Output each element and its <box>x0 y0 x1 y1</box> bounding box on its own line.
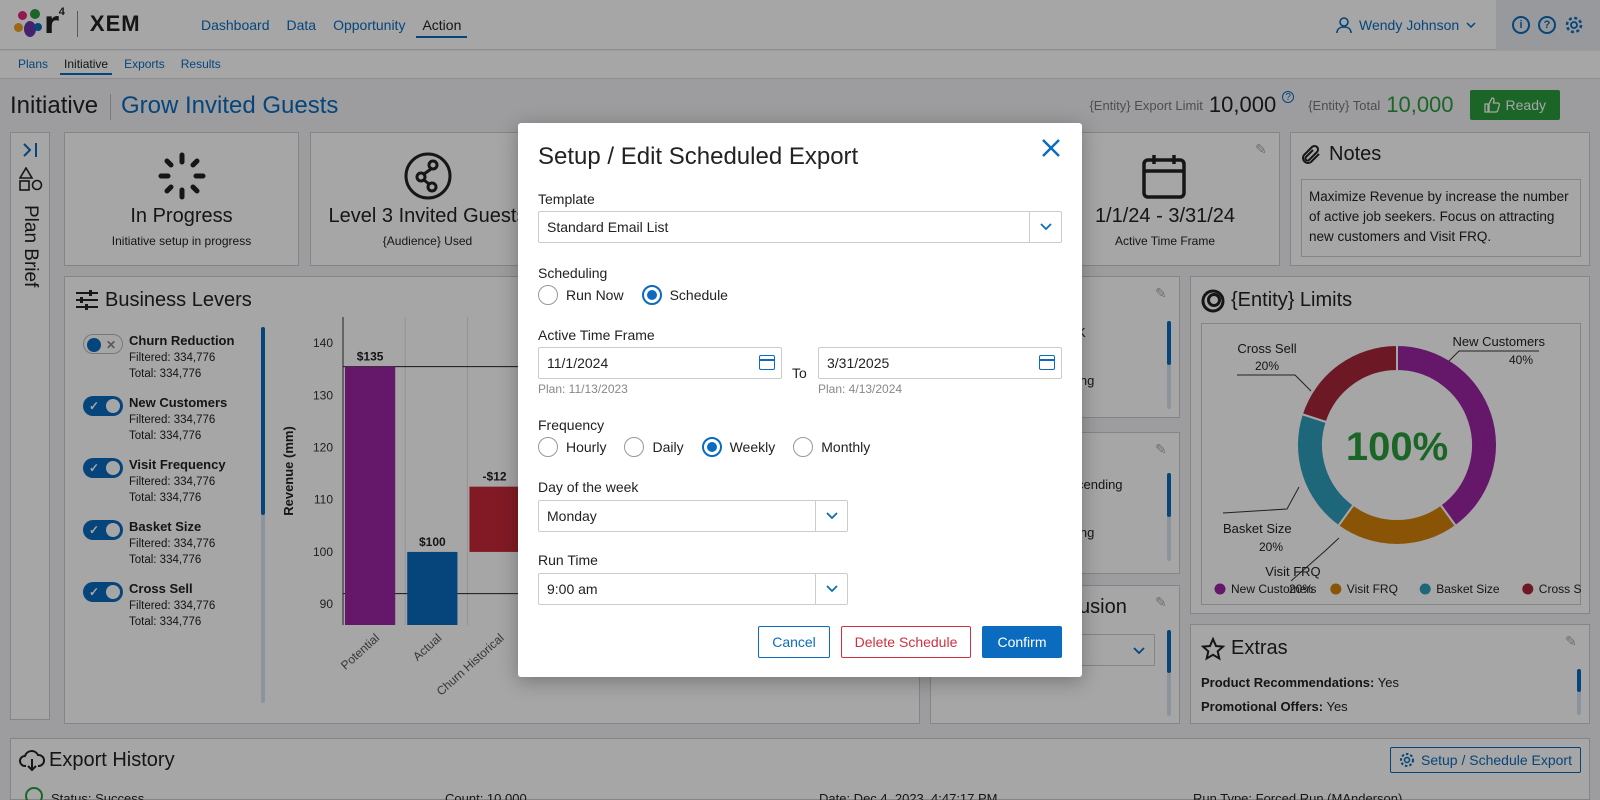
day-of-week-label: Day of the week <box>538 479 639 495</box>
scheduling-label: Scheduling <box>538 265 608 281</box>
start-plan-hint: Plan: 11/13/2023 <box>538 382 628 396</box>
template-label: Template <box>538 191 595 207</box>
day-of-week-value: Monday <box>547 508 597 524</box>
close-icon[interactable] <box>1040 137 1062 159</box>
to-label: To <box>792 365 807 381</box>
end-date-input[interactable]: 3/31/2025 <box>818 347 1062 379</box>
chevron-down-icon <box>1029 212 1061 242</box>
confirm-button[interactable]: Confirm <box>982 626 1062 658</box>
template-value: Standard Email List <box>547 219 669 235</box>
radio-circle[interactable] <box>538 285 558 305</box>
radio-circle[interactable] <box>793 437 814 457</box>
start-date-value: 11/1/2024 <box>547 355 609 371</box>
radio-label: Daily <box>652 439 684 455</box>
radio-daily[interactable]: Daily <box>624 437 684 457</box>
end-plan-hint: Plan: 4/13/2024 <box>818 382 903 396</box>
chevron-down-icon <box>815 574 847 604</box>
dialog-title: Setup / Edit Scheduled Export <box>538 143 859 170</box>
day-of-week-select[interactable]: Monday <box>538 500 848 532</box>
template-select[interactable]: Standard Email List <box>538 211 1062 243</box>
timeframe-label: Active Time Frame <box>538 327 655 343</box>
frequency-radio-group: Hourly Daily Weekly Monthly <box>538 437 888 457</box>
scheduled-export-dialog: Setup / Edit Scheduled Export Template S… <box>518 123 1082 677</box>
radio-circle[interactable] <box>641 285 662 305</box>
radio-label: Hourly <box>566 439 607 455</box>
radio-run-now[interactable]: Run Now <box>538 285 624 305</box>
radio-hourly[interactable]: Hourly <box>538 437 606 457</box>
radio-circle[interactable] <box>624 437 645 457</box>
radio-label: Monthly <box>821 439 871 455</box>
run-time-select[interactable]: 9:00 am <box>538 573 848 605</box>
chevron-down-icon <box>815 501 847 531</box>
radio-monthly[interactable]: Monthly <box>793 437 870 457</box>
radio-circle[interactable] <box>701 437 722 457</box>
delete-schedule-button[interactable]: Delete Schedule <box>841 626 971 658</box>
calendar-icon[interactable] <box>1039 355 1055 370</box>
end-date-value: 3/31/2025 <box>827 355 890 371</box>
radio-label: Run Now <box>566 287 624 303</box>
calendar-icon[interactable] <box>759 355 775 370</box>
frequency-label: Frequency <box>538 417 605 433</box>
radio-schedule[interactable]: Schedule <box>641 285 728 305</box>
radio-label: Weekly <box>729 439 776 455</box>
cancel-button[interactable]: Cancel <box>758 626 830 658</box>
radio-label: Schedule <box>669 287 728 303</box>
radio-weekly[interactable]: Weekly <box>701 437 776 457</box>
run-time-label: Run Time <box>538 552 598 568</box>
scheduling-radio-group: Run Now Schedule <box>538 285 746 305</box>
radio-circle[interactable] <box>538 437 558 457</box>
start-date-input[interactable]: 11/1/2024 <box>538 347 782 379</box>
run-time-value: 9:00 am <box>547 581 598 597</box>
